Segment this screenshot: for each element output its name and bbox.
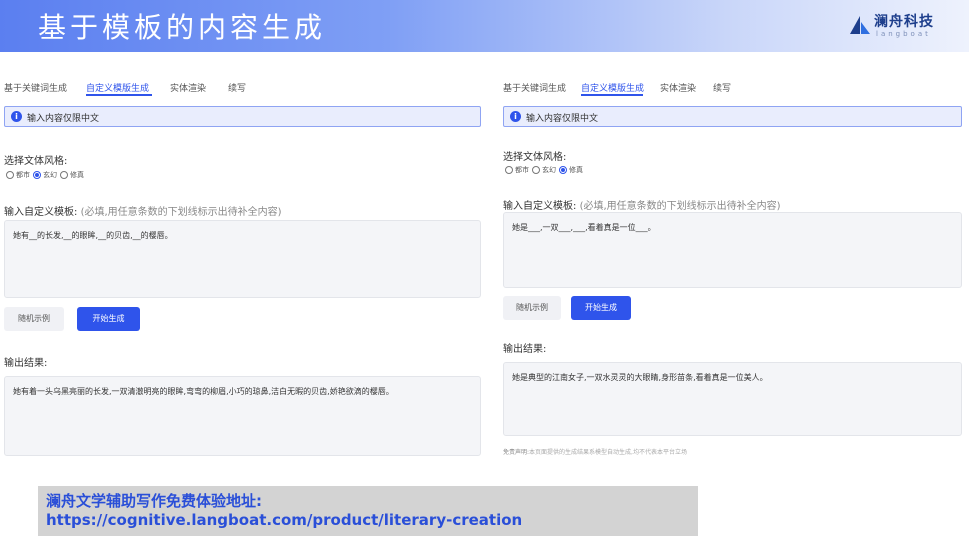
tab-continuation[interactable]: 续写 <box>713 81 731 94</box>
info-icon: i <box>510 111 521 122</box>
template-label-text: 输入自定义模板: <box>503 201 577 212</box>
output-box: 她有着一头乌黑亮丽的长发,一双清澈明亮的眼眸,弯弯的柳眉,小巧的琼鼻,洁白无暇的… <box>4 376 481 456</box>
output-label: 输出结果: <box>4 358 48 369</box>
trial-address-link[interactable]: https://cognitive.langboat.com/product/l… <box>46 511 522 529</box>
tab-custom-template[interactable]: 自定义模版生成 <box>86 81 149 94</box>
logo-text-en: langboat <box>876 30 931 38</box>
slide-header: 基于模板的内容生成 澜舟科技 langboat <box>0 0 969 52</box>
tab-entity-rendering[interactable]: 实体渲染 <box>170 81 206 94</box>
output-text: 她有着一头乌黑亮丽的长发,一双清澈明亮的眼眸,弯弯的柳眉,小巧的琼鼻,洁白无暇的… <box>13 387 394 396</box>
tab-keyword-generation[interactable]: 基于关键词生成 <box>503 81 566 94</box>
style-option-urban[interactable]: 都市 <box>6 170 30 180</box>
style-option-cultivation[interactable]: 修真 <box>559 165 583 175</box>
slide-title: 基于模板的内容生成 <box>38 11 327 44</box>
template-input[interactable]: 她是___,一双___,___,看着真是一位___。 <box>503 212 962 288</box>
style-label: 选择文体风格: <box>4 156 68 167</box>
radio-circle <box>60 171 68 179</box>
radio-circle <box>532 166 540 174</box>
template-label-text: 输入自定义模板: <box>4 207 78 218</box>
logo-text-cn: 澜舟科技 <box>874 14 934 30</box>
style-radio-group: 都市 玄幻 修真 <box>6 170 87 180</box>
radio-circle <box>505 166 513 174</box>
style-option-label: 都市 <box>16 171 30 179</box>
style-option-label: 都市 <box>515 166 529 174</box>
radio-circle-selected <box>33 171 41 179</box>
template-label: 输入自定义模板: (必填,用任意条数的下划线标示出待补全内容) <box>4 203 282 218</box>
notice-banner: i 输入内容仅限中文 <box>4 106 481 127</box>
tab-continuation[interactable]: 续写 <box>228 81 246 94</box>
generate-button[interactable]: 开始生成 <box>77 307 140 331</box>
disclaimer-label: 免责声明: <box>503 449 530 456</box>
style-option-fantasy[interactable]: 玄幻 <box>532 165 556 175</box>
style-option-urban[interactable]: 都市 <box>505 165 529 175</box>
disclaimer: 免责声明:本页面提供的生成结果系模型自动生成,均不代表本平台立场 <box>503 447 687 456</box>
info-icon: i <box>11 111 22 122</box>
trial-address-title: 澜舟文学辅助写作免费体验地址: <box>46 492 263 510</box>
tab-entity-rendering[interactable]: 实体渲染 <box>660 81 696 94</box>
style-option-label: 玄幻 <box>43 171 57 179</box>
template-input[interactable]: 她有__的长发,__的眼眸,__的贝齿,__的樱唇。 <box>4 220 481 298</box>
style-label: 选择文体风格: <box>503 152 567 163</box>
sail-logo-icon <box>850 16 870 34</box>
generate-button[interactable]: 开始生成 <box>571 296 631 320</box>
output-label: 输出结果: <box>503 344 547 355</box>
mode-tabs: 基于关键词生成 自定义模版生成 实体渲染 续写 <box>4 78 481 98</box>
disclaimer-text: 本页面提供的生成结果系模型自动生成,均不代表本平台立场 <box>529 449 687 456</box>
style-option-fantasy[interactable]: 玄幻 <box>33 170 57 180</box>
radio-circle <box>6 171 14 179</box>
template-input-value: 她是___,一双___,___,看着真是一位___。 <box>512 223 656 232</box>
style-option-label: 玄幻 <box>542 166 556 174</box>
random-example-button[interactable]: 随机示例 <box>4 307 64 331</box>
notice-text: 输入内容仅限中文 <box>27 114 100 124</box>
active-tab-indicator <box>86 94 152 96</box>
radio-circle-selected <box>559 166 567 174</box>
random-example-button[interactable]: 随机示例 <box>503 296 561 320</box>
company-logo: 澜舟科技 langboat <box>848 10 948 42</box>
trial-address-banner: 澜舟文学辅助写作免费体验地址: https://cognitive.langbo… <box>38 486 698 536</box>
style-option-label: 修真 <box>569 166 583 174</box>
tab-keyword-generation[interactable]: 基于关键词生成 <box>4 81 67 94</box>
template-hint: (必填,用任意条数的下划线标示出待补全内容) <box>579 201 781 212</box>
style-option-label: 修真 <box>70 171 84 179</box>
active-tab-indicator <box>581 94 643 96</box>
output-text: 她是典型的江南女子,一双水灵灵的大眼睛,身形苗条,看着真是一位美人。 <box>512 373 768 382</box>
template-input-value: 她有__的长发,__的眼眸,__的贝齿,__的樱唇。 <box>13 231 173 240</box>
mode-tabs: 基于关键词生成 自定义模版生成 实体渲染 续写 <box>503 78 962 98</box>
template-label: 输入自定义模板: (必填,用任意条数的下划线标示出待补全内容) <box>503 197 781 212</box>
style-option-cultivation[interactable]: 修真 <box>60 170 84 180</box>
tab-custom-template[interactable]: 自定义模版生成 <box>581 81 644 94</box>
output-box: 她是典型的江南女子,一双水灵灵的大眼睛,身形苗条,看着真是一位美人。 <box>503 362 962 436</box>
template-hint: (必填,用任意条数的下划线标示出待补全内容) <box>80 207 282 218</box>
notice-text: 输入内容仅限中文 <box>526 114 599 124</box>
style-radio-group: 都市 玄幻 修真 <box>505 165 586 175</box>
notice-banner: i 输入内容仅限中文 <box>503 106 962 127</box>
